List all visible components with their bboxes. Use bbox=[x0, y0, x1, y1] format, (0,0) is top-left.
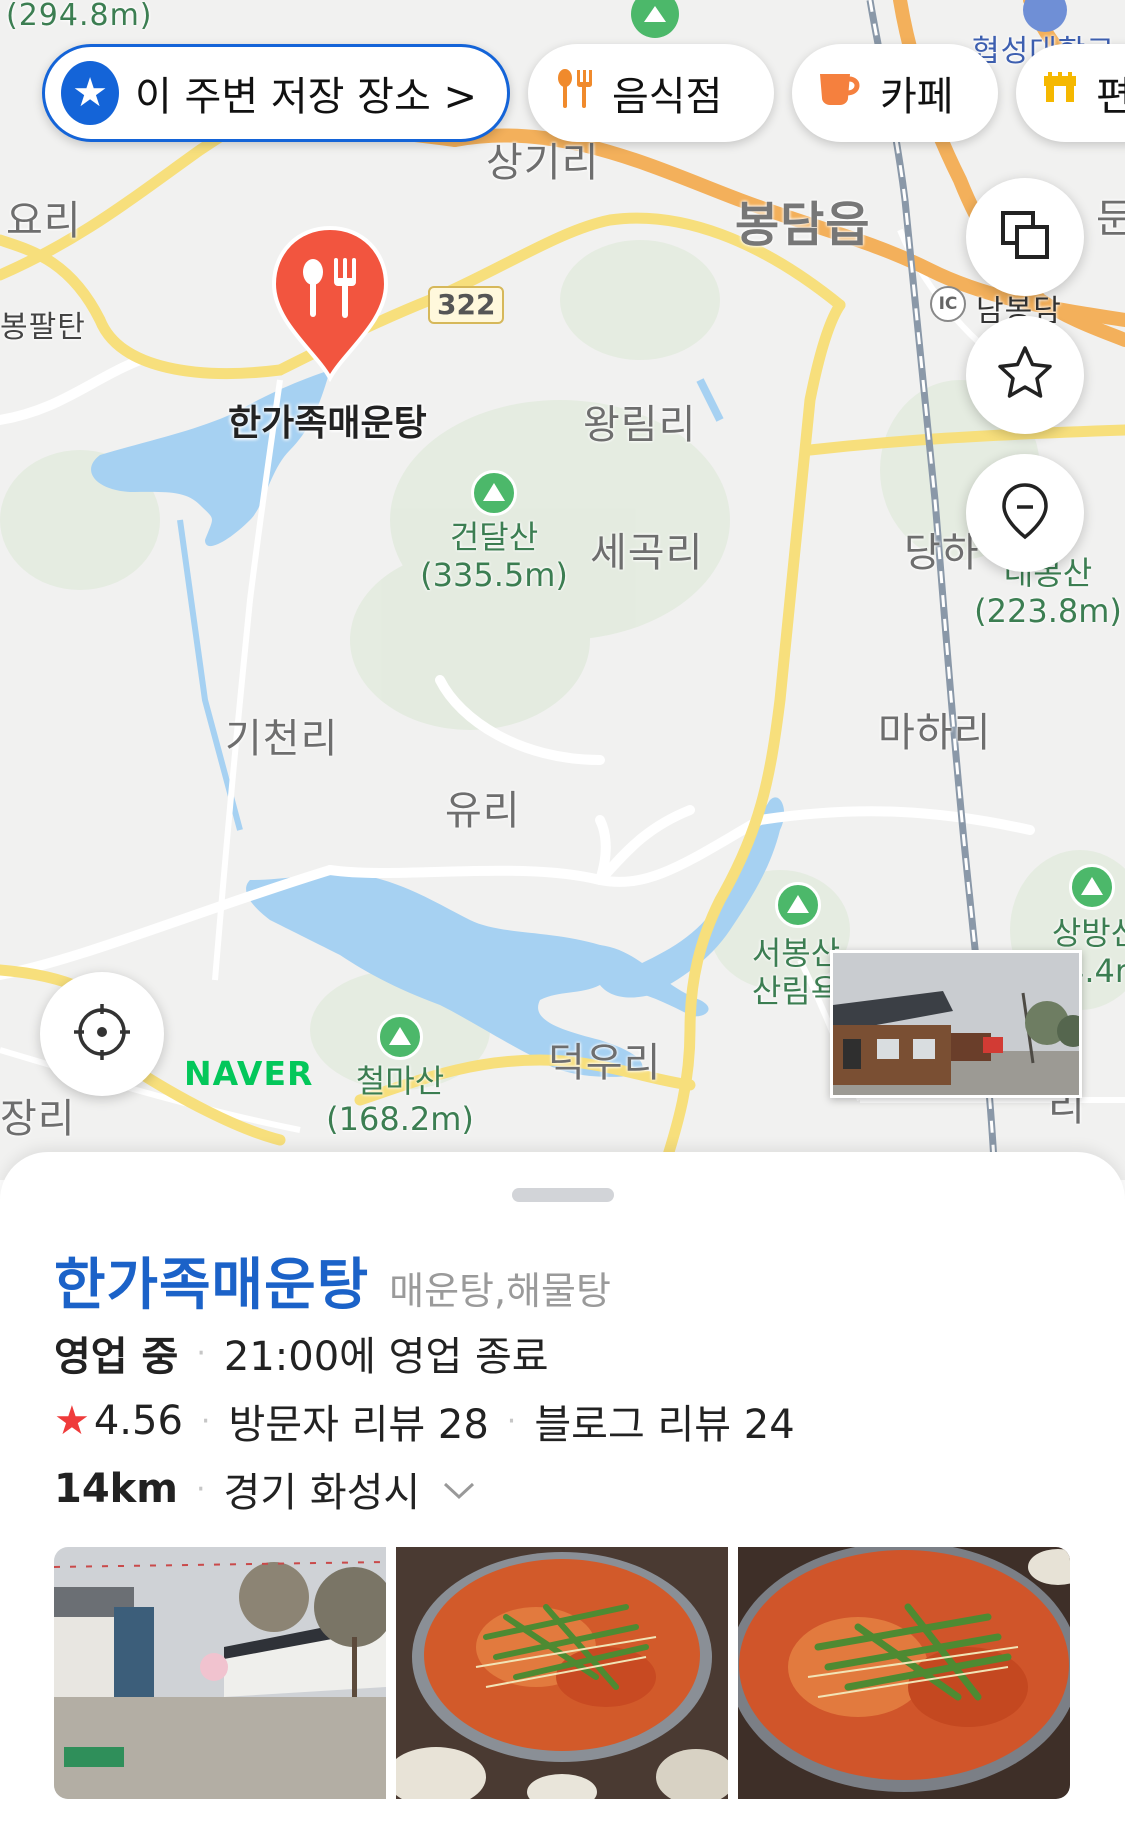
marker-label[interactable]: 한가족매운탕 bbox=[228, 394, 427, 446]
rating-value: 4.56 bbox=[93, 1398, 183, 1444]
mountain-label-cheolma: 철마산 (168.2m) bbox=[326, 1062, 474, 1138]
place-title-row: 한가족매운탕 매운탕,해물탕 bbox=[54, 1240, 611, 1321]
visitor-review-count[interactable]: 방문자 리뷰 28 bbox=[228, 1392, 488, 1450]
cafe-chip[interactable]: 카페 bbox=[792, 44, 998, 142]
star-outline-icon bbox=[996, 344, 1054, 406]
pin-outline-icon bbox=[999, 481, 1051, 545]
rating-star-icon: ★ bbox=[54, 1398, 90, 1444]
place-photo-stew-closeup[interactable] bbox=[738, 1547, 1070, 1799]
distance: 14km bbox=[54, 1466, 178, 1512]
place-label-wangrim: 왕림리 bbox=[583, 402, 697, 448]
app-root: (294.8m) 상기리 봉담읍 요리 봉팔탄 왕림리 세곡리 당하 기천리 유… bbox=[0, 0, 1125, 1837]
mountain-label-seobong: 서봉산 산림욕 bbox=[751, 934, 841, 1010]
store-icon bbox=[1040, 68, 1080, 118]
separator-dot: · bbox=[506, 1403, 517, 1439]
place-label-mahari: 마하리 bbox=[878, 710, 992, 756]
place-category: 매운탕,해물탕 bbox=[389, 1269, 611, 1313]
coffee-cup-icon bbox=[816, 68, 864, 118]
location-row[interactable]: 14km · 경기 화성시 bbox=[54, 1460, 476, 1518]
sheet-drag-handle[interactable] bbox=[512, 1188, 614, 1202]
mountain-label-top-left: (294.8m) bbox=[6, 0, 153, 33]
fork-knife-icon bbox=[552, 66, 596, 120]
place-label-right-partial: 둔 bbox=[1096, 196, 1125, 242]
layers-button[interactable] bbox=[966, 178, 1084, 296]
street-view-thumbnail[interactable] bbox=[830, 950, 1082, 1098]
place-photo-exterior[interactable] bbox=[54, 1547, 386, 1799]
place-label-yuri: 유리 bbox=[445, 788, 521, 834]
mountain-icon bbox=[471, 470, 517, 516]
place-photo-stew[interactable] bbox=[396, 1547, 728, 1799]
restaurant-label: 음식점 bbox=[612, 74, 723, 120]
cafe-label: 카페 bbox=[880, 74, 954, 120]
blog-review-count[interactable]: 블로그 리뷰 24 bbox=[534, 1392, 794, 1450]
convenience-label: 편 bbox=[1096, 74, 1125, 120]
my-places-button[interactable] bbox=[966, 454, 1084, 572]
ic-badge: IC bbox=[930, 286, 966, 322]
convenience-chip[interactable]: 편 bbox=[1016, 44, 1125, 142]
restaurant-chip[interactable]: 음식점 bbox=[528, 44, 774, 142]
separator-dot: · bbox=[200, 1403, 211, 1439]
place-label-yori: 요리 bbox=[6, 198, 82, 244]
naver-logo: NAVER bbox=[184, 1054, 314, 1093]
street-view-image bbox=[833, 953, 1079, 1095]
mountain-icon bbox=[1069, 864, 1115, 910]
place-label-bongpaltan: 봉팔탄 bbox=[0, 310, 86, 345]
separator-dot: · bbox=[196, 1335, 206, 1371]
place-label-deogu: 덕우리 bbox=[548, 1040, 662, 1086]
place-name[interactable]: 한가족매운탕 bbox=[54, 1240, 369, 1321]
layers-icon bbox=[999, 209, 1051, 265]
mountain-label-geondal: 건달산 (335.5m) bbox=[420, 518, 568, 594]
hours-row[interactable]: 영업 중 · 21:00에 영업 종료 bbox=[54, 1324, 549, 1382]
open-status: 영업 중 bbox=[54, 1334, 179, 1380]
saved-places-chip[interactable]: ★ 이 주변 저장 장소 > bbox=[42, 44, 510, 142]
road-number-badge: 322 bbox=[428, 286, 505, 324]
address: 경기 화성시 bbox=[223, 1470, 421, 1516]
mountain-icon bbox=[377, 1014, 423, 1060]
chevron-down-icon[interactable] bbox=[442, 1466, 476, 1512]
crosshair-icon bbox=[72, 1002, 132, 1066]
mountain-icon bbox=[775, 882, 821, 928]
place-label-jangri: 장리 bbox=[0, 1096, 76, 1142]
place-label-bongdam: 봉담읍 bbox=[735, 197, 871, 253]
restaurant-marker-icon[interactable] bbox=[268, 224, 392, 384]
current-location-button[interactable] bbox=[40, 972, 164, 1096]
map-view[interactable]: (294.8m) 상기리 봉담읍 요리 봉팔탄 왕림리 세곡리 당하 기천리 유… bbox=[0, 0, 1125, 1180]
separator-dot: · bbox=[195, 1471, 206, 1507]
place-label-giche: 기천리 bbox=[225, 716, 339, 762]
place-label-segok: 세곡리 bbox=[590, 530, 704, 576]
review-row[interactable]: ★ 4.56 · 방문자 리뷰 28 · 블로그 리뷰 24 bbox=[54, 1392, 795, 1450]
star-icon: ★ bbox=[61, 61, 120, 125]
closing-time: 21:00에 영업 종료 bbox=[223, 1334, 549, 1380]
favorites-button[interactable] bbox=[966, 316, 1084, 434]
saved-places-label: 이 주변 저장 장소 > bbox=[135, 74, 477, 120]
